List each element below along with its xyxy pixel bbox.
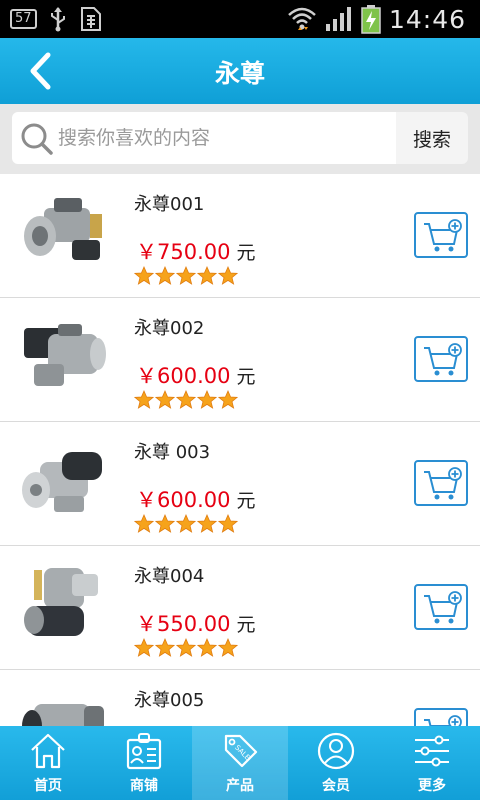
- nav-item-products[interactable]: SALE 产品: [192, 726, 288, 800]
- sim-icon: [80, 7, 101, 31]
- add-to-cart-button[interactable]: [414, 212, 468, 258]
- search-button[interactable]: 搜索: [396, 112, 468, 164]
- star-rating: [134, 638, 238, 658]
- nav-label: 产品: [226, 778, 254, 794]
- notification-count-badge: 57: [10, 9, 37, 29]
- product-price: ￥750.00: [136, 240, 231, 264]
- product-image: [14, 562, 110, 652]
- product-row[interactable]: 永尊005: [0, 670, 480, 726]
- price-unit: 元: [236, 242, 256, 264]
- product-image: [14, 190, 110, 280]
- star-icon: [155, 266, 175, 285]
- star-icon: [218, 266, 238, 285]
- star-icon: [176, 266, 196, 285]
- nav-label: 更多: [418, 778, 446, 794]
- add-to-cart-button[interactable]: [414, 336, 468, 382]
- product-row[interactable]: 永尊001 ￥750.00 元: [0, 174, 480, 298]
- price-unit: 元: [236, 614, 256, 636]
- star-icon: [155, 390, 175, 409]
- product-name: 永尊004: [134, 566, 205, 587]
- star-icon: [134, 514, 154, 533]
- nav-item-more[interactable]: 更多: [384, 726, 480, 800]
- price-unit: 元: [236, 366, 256, 388]
- star-icon: [134, 266, 154, 285]
- product-price: ￥600.00: [136, 364, 231, 388]
- add-to-cart-icon: [424, 715, 462, 726]
- add-to-cart-button[interactable]: [414, 708, 468, 726]
- product-name: 永尊002: [134, 318, 205, 339]
- product-name: 永尊005: [134, 690, 205, 711]
- star-icon: [197, 514, 217, 533]
- nav-label: 会员: [322, 778, 350, 794]
- status-bar: 57 14:46: [0, 0, 480, 38]
- search-icon: [21, 123, 53, 155]
- star-icon: [176, 514, 196, 533]
- product-name: 永尊001: [134, 194, 205, 215]
- signal-icon: [325, 7, 351, 31]
- nav-label: 首页: [34, 778, 62, 794]
- star-icon: [155, 638, 175, 657]
- page-title: 永尊: [214, 59, 265, 88]
- nav-item-store[interactable]: 商铺: [96, 726, 192, 800]
- sale-tag-icon: SALE: [224, 734, 258, 768]
- usb-icon: [50, 7, 65, 32]
- add-to-cart-icon: [424, 591, 462, 624]
- star-rating: [134, 266, 238, 286]
- store-badge-icon: [126, 733, 162, 770]
- product-price: ￥600.00: [136, 488, 231, 512]
- star-icon: [197, 638, 217, 657]
- battery-icon: [361, 5, 381, 34]
- product-image: [14, 314, 110, 404]
- add-to-cart-button[interactable]: [414, 584, 468, 630]
- search-input[interactable]: [58, 112, 388, 164]
- product-image: [14, 438, 110, 528]
- product-price-line: ￥600.00 元: [136, 484, 256, 514]
- home-icon: [31, 733, 65, 769]
- star-icon: [155, 514, 175, 533]
- clock: 14:46: [388, 4, 466, 34]
- star-icon: [176, 390, 196, 409]
- nav-item-home[interactable]: 首页: [0, 726, 96, 800]
- price-unit: 元: [236, 490, 256, 512]
- star-rating: [134, 390, 238, 410]
- search-bar: 搜索: [0, 104, 480, 174]
- star-icon: [176, 638, 196, 657]
- product-name: 永尊 003: [134, 442, 211, 463]
- settings-sliders-icon: [415, 735, 449, 767]
- product-row[interactable]: 永尊004 ￥550.00 元: [0, 546, 480, 670]
- add-to-cart-icon: [424, 219, 462, 252]
- star-icon: [218, 514, 238, 533]
- star-rating: [134, 514, 238, 534]
- add-to-cart-icon: [424, 467, 462, 500]
- star-icon: [218, 390, 238, 409]
- product-price-line: ￥550.00 元: [136, 608, 256, 638]
- add-to-cart-icon: [424, 343, 462, 376]
- star-icon: [197, 390, 217, 409]
- product-list: 永尊001 ￥750.00 元 永尊002 ￥600.00 元 永尊 003 ￥…: [0, 174, 480, 726]
- product-row[interactable]: 永尊 003 ￥600.00 元: [0, 422, 480, 546]
- star-icon: [218, 638, 238, 657]
- star-icon: [134, 638, 154, 657]
- product-price-line: ￥600.00 元: [136, 360, 256, 390]
- product-price: ￥550.00: [136, 612, 231, 636]
- product-row[interactable]: 永尊002 ￥600.00 元: [0, 298, 480, 422]
- wifi-icon: [288, 7, 316, 30]
- nav-label: 商铺: [130, 778, 158, 794]
- search-box: [12, 112, 396, 164]
- bottom-navigation: 首页 商铺 SALE 产品 会员 更多: [0, 726, 480, 800]
- nav-item-member[interactable]: 会员: [288, 726, 384, 800]
- product-price-line: ￥750.00 元: [136, 236, 256, 266]
- product-image: [14, 686, 110, 726]
- star-icon: [197, 266, 217, 285]
- member-icon: [317, 732, 355, 770]
- add-to-cart-button[interactable]: [414, 460, 468, 506]
- title-bar: 永尊: [0, 38, 480, 104]
- star-icon: [134, 390, 154, 409]
